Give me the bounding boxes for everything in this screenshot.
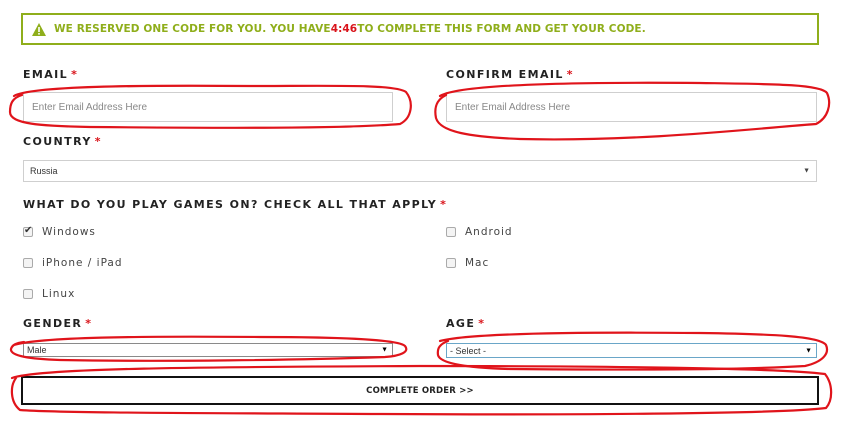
email-input[interactable] (23, 92, 393, 122)
required-marker: * (440, 198, 448, 211)
warning-icon (32, 22, 46, 36)
checkbox-icon[interactable] (23, 258, 33, 268)
confirm-email-input[interactable] (446, 92, 817, 122)
chevron-down-icon: ▼ (803, 167, 810, 175)
email-label: EMAIL * (23, 68, 79, 81)
checkbox-icon[interactable] (446, 227, 456, 237)
chevron-down-icon: ▼ (805, 347, 812, 354)
required-marker: * (85, 317, 93, 330)
reservation-banner: WE RESERVED ONE CODE FOR YOU. YOU HAVE 4… (21, 13, 819, 45)
banner-text-after: TO COMPLETE THIS FORM AND GET YOUR CODE. (357, 23, 646, 35)
checkbox-mac[interactable]: Mac (446, 257, 489, 269)
checkbox-windows[interactable]: Windows (23, 225, 96, 238)
checkbox-icon[interactable] (446, 258, 456, 268)
age-select[interactable]: - Select - ▼ (446, 343, 817, 358)
required-marker: * (71, 68, 79, 81)
required-marker: * (478, 317, 486, 330)
banner-text-before: WE RESERVED ONE CODE FOR YOU. YOU HAVE (54, 23, 331, 35)
gender-selected-value: Male (27, 345, 47, 355)
complete-order-button[interactable]: COMPLETE ORDER >> (21, 376, 819, 405)
confirm-email-label: CONFIRM EMAIL * (446, 68, 574, 81)
checkbox-linux[interactable]: Linux (23, 288, 75, 300)
country-label: COUNTRY * (23, 135, 102, 148)
checkbox-iphone-ipad[interactable]: iPhone / iPad (23, 257, 123, 269)
red-annotation-overlay (8, 81, 833, 416)
checkbox-icon[interactable] (23, 289, 33, 299)
countdown-timer: 4:46 (330, 23, 358, 35)
age-label: AGE * (446, 317, 486, 330)
age-selected-value: - Select - (450, 345, 487, 356)
gender-label: GENDER * (23, 317, 93, 330)
gender-select[interactable]: Male ▼ (23, 343, 393, 357)
country-selected-value: Russia (30, 166, 58, 176)
chevron-down-icon: ▼ (381, 346, 388, 354)
checkbox-android[interactable]: Android (446, 226, 513, 238)
platforms-label: WHAT DO YOU PLAY GAMES ON? CHECK ALL THA… (23, 198, 448, 211)
checkbox-checked-icon[interactable] (23, 225, 33, 237)
required-marker: * (566, 68, 574, 81)
country-select[interactable]: Russia ▼ (23, 160, 817, 182)
required-marker: * (94, 135, 102, 148)
